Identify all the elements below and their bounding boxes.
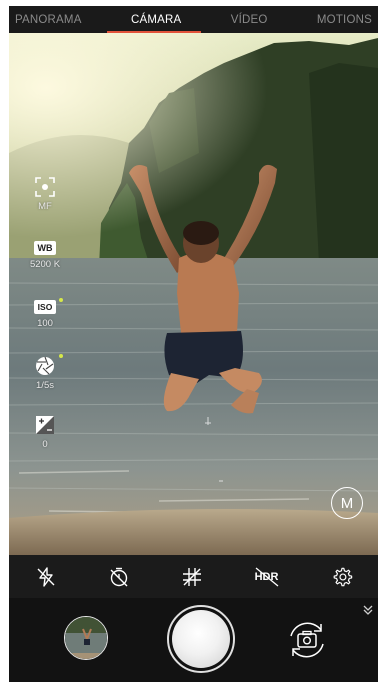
grid-button[interactable] bbox=[177, 562, 207, 592]
white-balance-value: 5200 K bbox=[29, 259, 61, 270]
hdr-off-icon bbox=[255, 566, 278, 587]
gallery-thumbnail-image bbox=[65, 617, 107, 659]
chevron-double-down-icon[interactable] bbox=[362, 604, 374, 616]
mode-bar: PANORAMA CÁMARA VÍDEO MOTIONS bbox=[9, 6, 378, 33]
mode-video[interactable]: VÍDEO bbox=[225, 14, 274, 26]
exposure-control[interactable]: 0 bbox=[23, 415, 67, 450]
settings-icon bbox=[333, 567, 352, 586]
viewfinder[interactable]: MF WB 5200 K ISO 100 1/5s 0 M bbox=[9, 33, 378, 555]
shutter-auto-indicator bbox=[59, 354, 63, 358]
exposure-value: 0 bbox=[42, 439, 48, 450]
capture-bar bbox=[9, 598, 378, 682]
iso-value: 100 bbox=[37, 318, 53, 329]
shutter-speed-value: 1/5s bbox=[36, 380, 54, 391]
mode-camera[interactable]: CÁMARA bbox=[125, 14, 187, 26]
mode-motions[interactable]: MOTIONS bbox=[311, 14, 378, 26]
mode-panorama[interactable]: PANORAMA bbox=[9, 14, 88, 26]
shutter-speed-control[interactable]: 1/5s bbox=[23, 354, 67, 391]
wb-icon: WB bbox=[34, 241, 56, 255]
flash-off-icon bbox=[37, 566, 54, 587]
settings-button[interactable] bbox=[327, 562, 357, 592]
viewfinder-image bbox=[9, 33, 378, 555]
grid-icon bbox=[182, 567, 201, 586]
switch-camera-button[interactable] bbox=[283, 616, 331, 664]
aperture-icon bbox=[36, 356, 54, 375]
switch-camera-icon bbox=[290, 622, 324, 658]
focus-icon bbox=[35, 177, 55, 197]
white-balance-control[interactable]: WB 5200 K bbox=[23, 241, 67, 270]
flash-button[interactable] bbox=[31, 562, 61, 592]
manual-mode-button[interactable]: M bbox=[331, 487, 363, 519]
shutter-button[interactable] bbox=[167, 605, 235, 673]
iso-auto-indicator bbox=[59, 298, 63, 302]
hdr-button[interactable]: HDR bbox=[250, 562, 284, 592]
iso-icon: ISO bbox=[34, 300, 56, 314]
camera-app: PANORAMA CÁMARA VÍDEO MOTIONS MF WB 5200… bbox=[9, 6, 378, 682]
gallery-thumbnail[interactable] bbox=[64, 616, 108, 660]
shutter-button-inner bbox=[172, 610, 230, 668]
camera-toolbar: HDR bbox=[9, 555, 378, 598]
focus-control[interactable]: MF bbox=[23, 177, 67, 212]
timer-button[interactable] bbox=[104, 562, 134, 592]
exposure-icon bbox=[36, 416, 54, 434]
focus-value: MF bbox=[38, 201, 52, 212]
iso-control[interactable]: ISO 100 bbox=[23, 298, 67, 329]
timer-off-icon bbox=[110, 567, 127, 586]
